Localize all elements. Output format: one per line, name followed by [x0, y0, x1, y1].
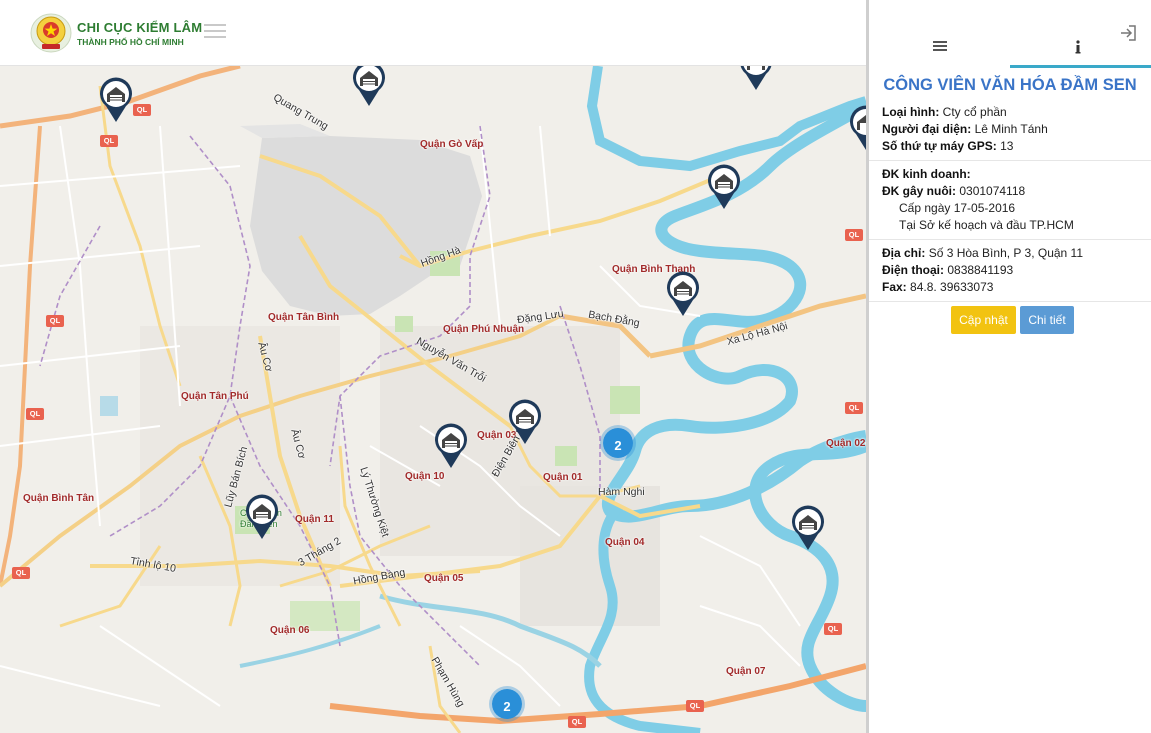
logo-subtitle: THÀNH PHỐ HỒ CHÍ MINH: [77, 37, 184, 47]
district-label: Quận 05: [424, 573, 464, 584]
district-label: Quận Bình Tân: [23, 493, 95, 504]
separator: [869, 301, 1151, 302]
logout-icon[interactable]: [1119, 24, 1137, 42]
highway-shield: QL: [824, 623, 842, 635]
district-label: Quận 07: [726, 666, 766, 677]
list-icon: [933, 41, 947, 51]
highway-shield: QL: [845, 229, 863, 241]
phone-label: Điện thoại:: [882, 263, 944, 277]
rep-value: Lê Minh Tánh: [974, 122, 1048, 136]
road-label: Hàm Nghi: [598, 486, 645, 498]
issued-date: Cấp ngày 17-05-2016: [899, 201, 1016, 215]
type-value: Cty cổ phần: [942, 105, 1007, 119]
header: CHI CỤC KIỂM LÂM THÀNH PHỐ HỒ CHÍ MINH: [0, 0, 866, 66]
panel-tabs: [869, 0, 1151, 68]
type-label: Loại hình:: [882, 105, 940, 119]
fax-label: Fax:: [882, 280, 907, 294]
district-label: Quận Gò Vấp: [420, 139, 484, 150]
info-icon: [1075, 40, 1081, 54]
marker-cluster[interactable]: 2: [600, 425, 636, 461]
highway-shield: QL: [686, 700, 704, 712]
map-view[interactable]: Quận Gò Vấp Quận Tân Bình Quận Phú Nhuận…: [0, 66, 866, 733]
district-label: Quận Tân Bình: [268, 312, 340, 323]
highway-shield: QL: [100, 135, 118, 147]
marker-cluster[interactable]: 2: [489, 686, 525, 722]
business-info: ĐK kinh doanh: ĐK gây nuôi: 0301074118 C…: [882, 166, 1074, 234]
logo-title: CHI CỤC KIỂM LÂM: [77, 20, 203, 35]
fax-value: 84.8. 39633073: [910, 280, 994, 294]
warehouse-marker-icon[interactable]: [351, 66, 387, 108]
warehouse-marker-icon[interactable]: [433, 422, 469, 470]
district-label: Quận 10: [405, 471, 445, 482]
detail-button[interactable]: Chi tiết: [1020, 306, 1074, 334]
highway-shield: QL: [26, 408, 44, 420]
highway-shield: QL: [133, 104, 151, 116]
highway-shield: QL: [568, 716, 586, 728]
contact-info: Địa chỉ: Số 3 Hòa Bình, P 3, Quận 11 Điệ…: [882, 245, 1083, 296]
info-panel: CÔNG VIÊN VĂN HÓA ĐẦM SEN Loại hình: Cty…: [869, 0, 1151, 733]
forest-protection-logo[interactable]: [30, 13, 72, 53]
breeding-value: 0301074118: [959, 184, 1026, 198]
highway-shield: QL: [12, 567, 30, 579]
warehouse-marker-icon[interactable]: [98, 76, 134, 124]
warehouse-marker-icon[interactable]: [665, 270, 701, 318]
highway-shield: QL: [845, 402, 863, 414]
separator: [869, 239, 1151, 240]
rep-label: Người đại diện:: [882, 122, 972, 136]
warehouse-marker-icon[interactable]: [706, 163, 742, 211]
address-value: Số 3 Hòa Bình, P 3, Quận 11: [928, 246, 1084, 260]
district-label: Quận Tân Phú: [181, 391, 249, 402]
separator: [869, 160, 1151, 161]
gps-label: Số thứ tự máy GPS:: [882, 139, 997, 153]
district-label: Quận 02: [826, 438, 866, 449]
tab-list[interactable]: [869, 26, 1010, 68]
highway-shield: QL: [46, 315, 64, 327]
district-label: Quận 11: [295, 514, 334, 525]
basic-info: Loại hình: Cty cổ phần Người đại diện: L…: [882, 104, 1048, 155]
warehouse-marker-icon[interactable]: [507, 398, 543, 446]
district-label: Quận 04: [605, 537, 645, 548]
gps-value: 13: [1000, 139, 1014, 153]
address-label: Địa chỉ:: [882, 246, 926, 260]
issued-at: Tại Sở kế hoạch và đầu TP.HCM: [899, 218, 1074, 232]
hamburger-icon[interactable]: [204, 24, 226, 42]
warehouse-marker-icon[interactable]: [848, 104, 866, 152]
district-label: Quận Phú Nhuận: [443, 324, 525, 335]
business-label: ĐK kinh doanh:: [882, 167, 971, 181]
warehouse-marker-icon[interactable]: [738, 66, 774, 92]
warehouse-marker-icon[interactable]: [790, 504, 826, 552]
district-label: Quận 01: [543, 472, 583, 483]
phone-value: 0838841193: [947, 263, 1014, 277]
update-button[interactable]: Cập nhật: [951, 306, 1016, 334]
breeding-label: ĐK gây nuôi:: [882, 184, 956, 198]
app: CHI CỤC KIỂM LÂM THÀNH PHỐ HỒ CHÍ MINH Q…: [0, 0, 1151, 733]
district-label: Quận 06: [270, 625, 310, 636]
location-title: CÔNG VIÊN VĂN HÓA ĐẦM SEN: [883, 76, 1137, 94]
warehouse-marker-icon[interactable]: [244, 493, 280, 541]
